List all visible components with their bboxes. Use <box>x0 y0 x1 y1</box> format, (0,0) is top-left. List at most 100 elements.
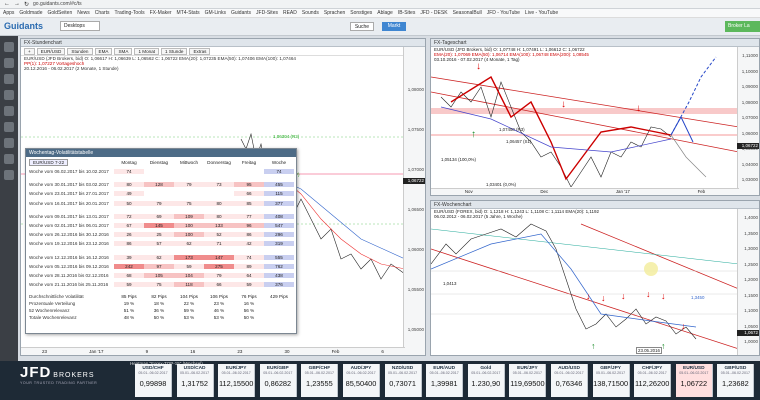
bookmark-item[interactable]: SeasonalBull <box>453 10 482 16</box>
summary-row: 52 Wochenrelevanz 51 % 36 % 59 % 46 % 56 % <box>26 307 296 314</box>
reload-icon[interactable]: ↻ <box>24 1 29 8</box>
ticker-cell[interactable]: CHF/JPY 05.01.-06.02.2017 112,26200 <box>634 364 672 397</box>
ticker-cell[interactable]: GBP/USD 05.01.-06.02.2017 1,23682 <box>717 364 755 397</box>
broker-button[interactable]: Broker La <box>725 21 760 32</box>
bookmark-item[interactable]: Sonstiges <box>350 10 372 16</box>
bookmark-item[interactable]: READ <box>283 10 297 16</box>
ticker-cell[interactable]: NZD/USD 05.01.-06.02.2017 0,73071 <box>384 364 422 397</box>
bookmark-item[interactable]: Live - YouTube <box>525 10 558 16</box>
bookmark-item[interactable]: Guidants <box>231 10 251 16</box>
axis-tick: 1,4000 <box>744 215 758 220</box>
ticker-cell[interactable]: EUR/JPY 05.01.-06.02.2017 119,69500 <box>509 364 547 397</box>
axis-tick: 9 <box>145 349 149 354</box>
ticker-cell[interactable]: AUD/USD 05.01.-06.02.2017 0,76346 <box>551 364 588 397</box>
desktops-button[interactable]: Desktops <box>60 21 100 31</box>
axis-tick: 1,2000 <box>744 277 758 283</box>
axis-tick: 30 <box>284 349 290 354</box>
bookmark-item[interactable]: JFD-Sites <box>256 10 278 16</box>
bookmark-item[interactable]: GM-Links <box>205 10 226 16</box>
grid-icon[interactable] <box>4 122 14 132</box>
price-axis: 1,06722 1,11000 1,10000 1,09000 1,08000 1,07… <box>737 47 759 195</box>
browser-address-bar[interactable]: ← → ↻ go.guidants.com/#c/ts <box>0 0 760 9</box>
bell-icon[interactable] <box>4 90 14 100</box>
ticker-cell[interactable]: EUR/AUD 05.01.-06.02.2017 1,39981 <box>426 364 464 397</box>
axis-tick: 1,07500 <box>407 127 424 132</box>
toolbar-button[interactable]: Stunden <box>67 47 93 55</box>
ticker-price: 1,23682 <box>722 379 749 388</box>
axis-tick: 1,11000 <box>742 53 758 58</box>
level-label: 1,0413 <box>443 281 457 286</box>
layers-icon[interactable] <box>4 106 14 116</box>
toolbar-button[interactable]: 1 Monat <box>134 47 160 55</box>
table-cell: 104 <box>174 272 204 278</box>
bookmark-item[interactable]: Sprachen <box>324 10 345 16</box>
ticker-price: 112,26200 <box>634 379 670 388</box>
week-total-cell: 74 <box>264 169 294 175</box>
axis-tick: 1,3000 <box>744 246 758 252</box>
time-axis: 23 Jan '17 9 16 23 30 Feb 6 <box>21 347 405 355</box>
ticker-cell[interactable]: AUD/JPY 05.01.-06.02.2017 85,50400 <box>343 364 380 397</box>
ticker-cell[interactable]: USD/CHF 05.01.-06.02.2017 0,99898 <box>135 364 172 397</box>
bookmark-item[interactable]: JFD - YouTube <box>487 10 520 16</box>
toolbar-button[interactable]: SMA <box>114 47 133 55</box>
ticker-cell[interactable]: Gold 05.01.-06.02.2017 1.230,90 <box>467 364 505 397</box>
guidants-logo[interactable]: Guidants <box>4 21 43 31</box>
table-cell: 26 <box>114 232 144 238</box>
back-icon[interactable]: ← <box>4 1 10 7</box>
table-cell: 62 <box>174 241 204 247</box>
week-total-cell: 547 <box>264 223 294 229</box>
toolbar-button[interactable]: 1 Stunde <box>161 47 188 55</box>
table-cell: 145 <box>144 223 174 229</box>
chart-info-line: 20.12.2016 - 06.02.2017 (2 Monate, 1 Stu… <box>24 66 119 71</box>
ticker-cell[interactable]: USD/CAD 05.01.-06.02.2017 1,31752 <box>176 364 214 397</box>
chat-icon[interactable] <box>4 74 14 84</box>
summary-cell: 19 % <box>123 301 135 307</box>
user-icon[interactable] <box>4 58 14 68</box>
bookmark-item[interactable]: IB-Sites <box>398 10 416 16</box>
ticker-cell[interactable]: EUR/JPY 05.01.-06.02.2017 112,15500 <box>218 364 256 397</box>
market-button[interactable]: Markt <box>382 22 406 31</box>
column-header: Mittwoch <box>179 159 199 165</box>
forward-icon[interactable]: → <box>14 1 20 7</box>
table-cell: 79 <box>174 182 204 188</box>
table-row: Woche vom 09.01.2017 bis 13.01.2017 72 69 1… <box>26 212 296 221</box>
chart-icon[interactable] <box>4 138 14 148</box>
toolbar-button[interactable]: Extras <box>189 47 211 55</box>
ticker-cell[interactable]: GBP/CHF 05.01.-06.02.2017 1,23555 <box>301 364 339 397</box>
bookmark-item[interactable]: GoldSeiten <box>47 10 72 16</box>
bookmark-item[interactable]: MT4-Stats <box>177 10 200 16</box>
toolbar-button[interactable]: + <box>24 47 35 55</box>
table-cell: 109 <box>174 213 204 219</box>
daily-price-plot[interactable]: ↓ ↓ ↓ ↑ <box>431 47 739 187</box>
volatility-table[interactable]: Wochentag-Volatilitätstabelle EUR/USD 7-… <box>25 148 297 334</box>
weekly-price-plot[interactable]: ↓ ↓ ↓ ↓ ↓ ↓ ↑ ↑ <box>431 209 739 349</box>
bookmark-item[interactable]: Trading-Tools <box>114 10 144 16</box>
search-button[interactable]: Suche <box>350 22 374 31</box>
bookmark-icon[interactable] <box>4 170 14 180</box>
table-row: Woche vom 12.12.2016 bis 16.12.2016 39 62 1… <box>26 253 296 262</box>
bookmark-item[interactable]: FX-Maker <box>150 10 172 16</box>
bookmark-item[interactable]: JFD - DESK <box>420 10 447 16</box>
ticker-cell[interactable]: EUR/USD 05.01.-06.02.2017 1,06722 <box>675 364 713 397</box>
instrument-select[interactable]: EUR/USD 7-22 <box>29 158 69 166</box>
toolbar-button[interactable]: EUR/USD <box>36 47 66 55</box>
avatar[interactable] <box>4 42 14 52</box>
ticker-cell[interactable]: GBP/JPY 05.01.-06.02.2017 138,71500 <box>592 364 630 397</box>
url-text[interactable]: go.guidants.com/#c/ts <box>33 1 82 7</box>
bookmark-item[interactable]: Apps <box>3 10 14 16</box>
ticker-cell[interactable]: EUR/GBP 05.01.-06.02.2017 0,86282 <box>259 364 297 397</box>
ticker-range: 05.01.-06.02.2017 <box>138 371 168 375</box>
date-label: 23.05.2016 <box>636 347 662 354</box>
week-total-cell: 455 <box>264 182 294 188</box>
ticker-price: 85,50400 <box>345 379 377 388</box>
bookmark-item[interactable]: News <box>77 10 90 16</box>
list-icon[interactable] <box>4 154 14 164</box>
bookmark-item[interactable]: Goldmade <box>19 10 42 16</box>
table-cell: 67 <box>114 223 144 229</box>
table-cell: 100 <box>174 223 204 229</box>
bookmark-item[interactable]: Charts <box>95 10 110 16</box>
toolbar-button[interactable]: EMA <box>94 47 113 55</box>
bookmark-item[interactable]: Ablage <box>377 10 393 16</box>
jfd-brokers-logo[interactable]: JFD BROKERS YOUR TRUSTED TRADING PARTNER <box>20 364 126 397</box>
bookmark-item[interactable]: Sounds <box>302 10 319 16</box>
